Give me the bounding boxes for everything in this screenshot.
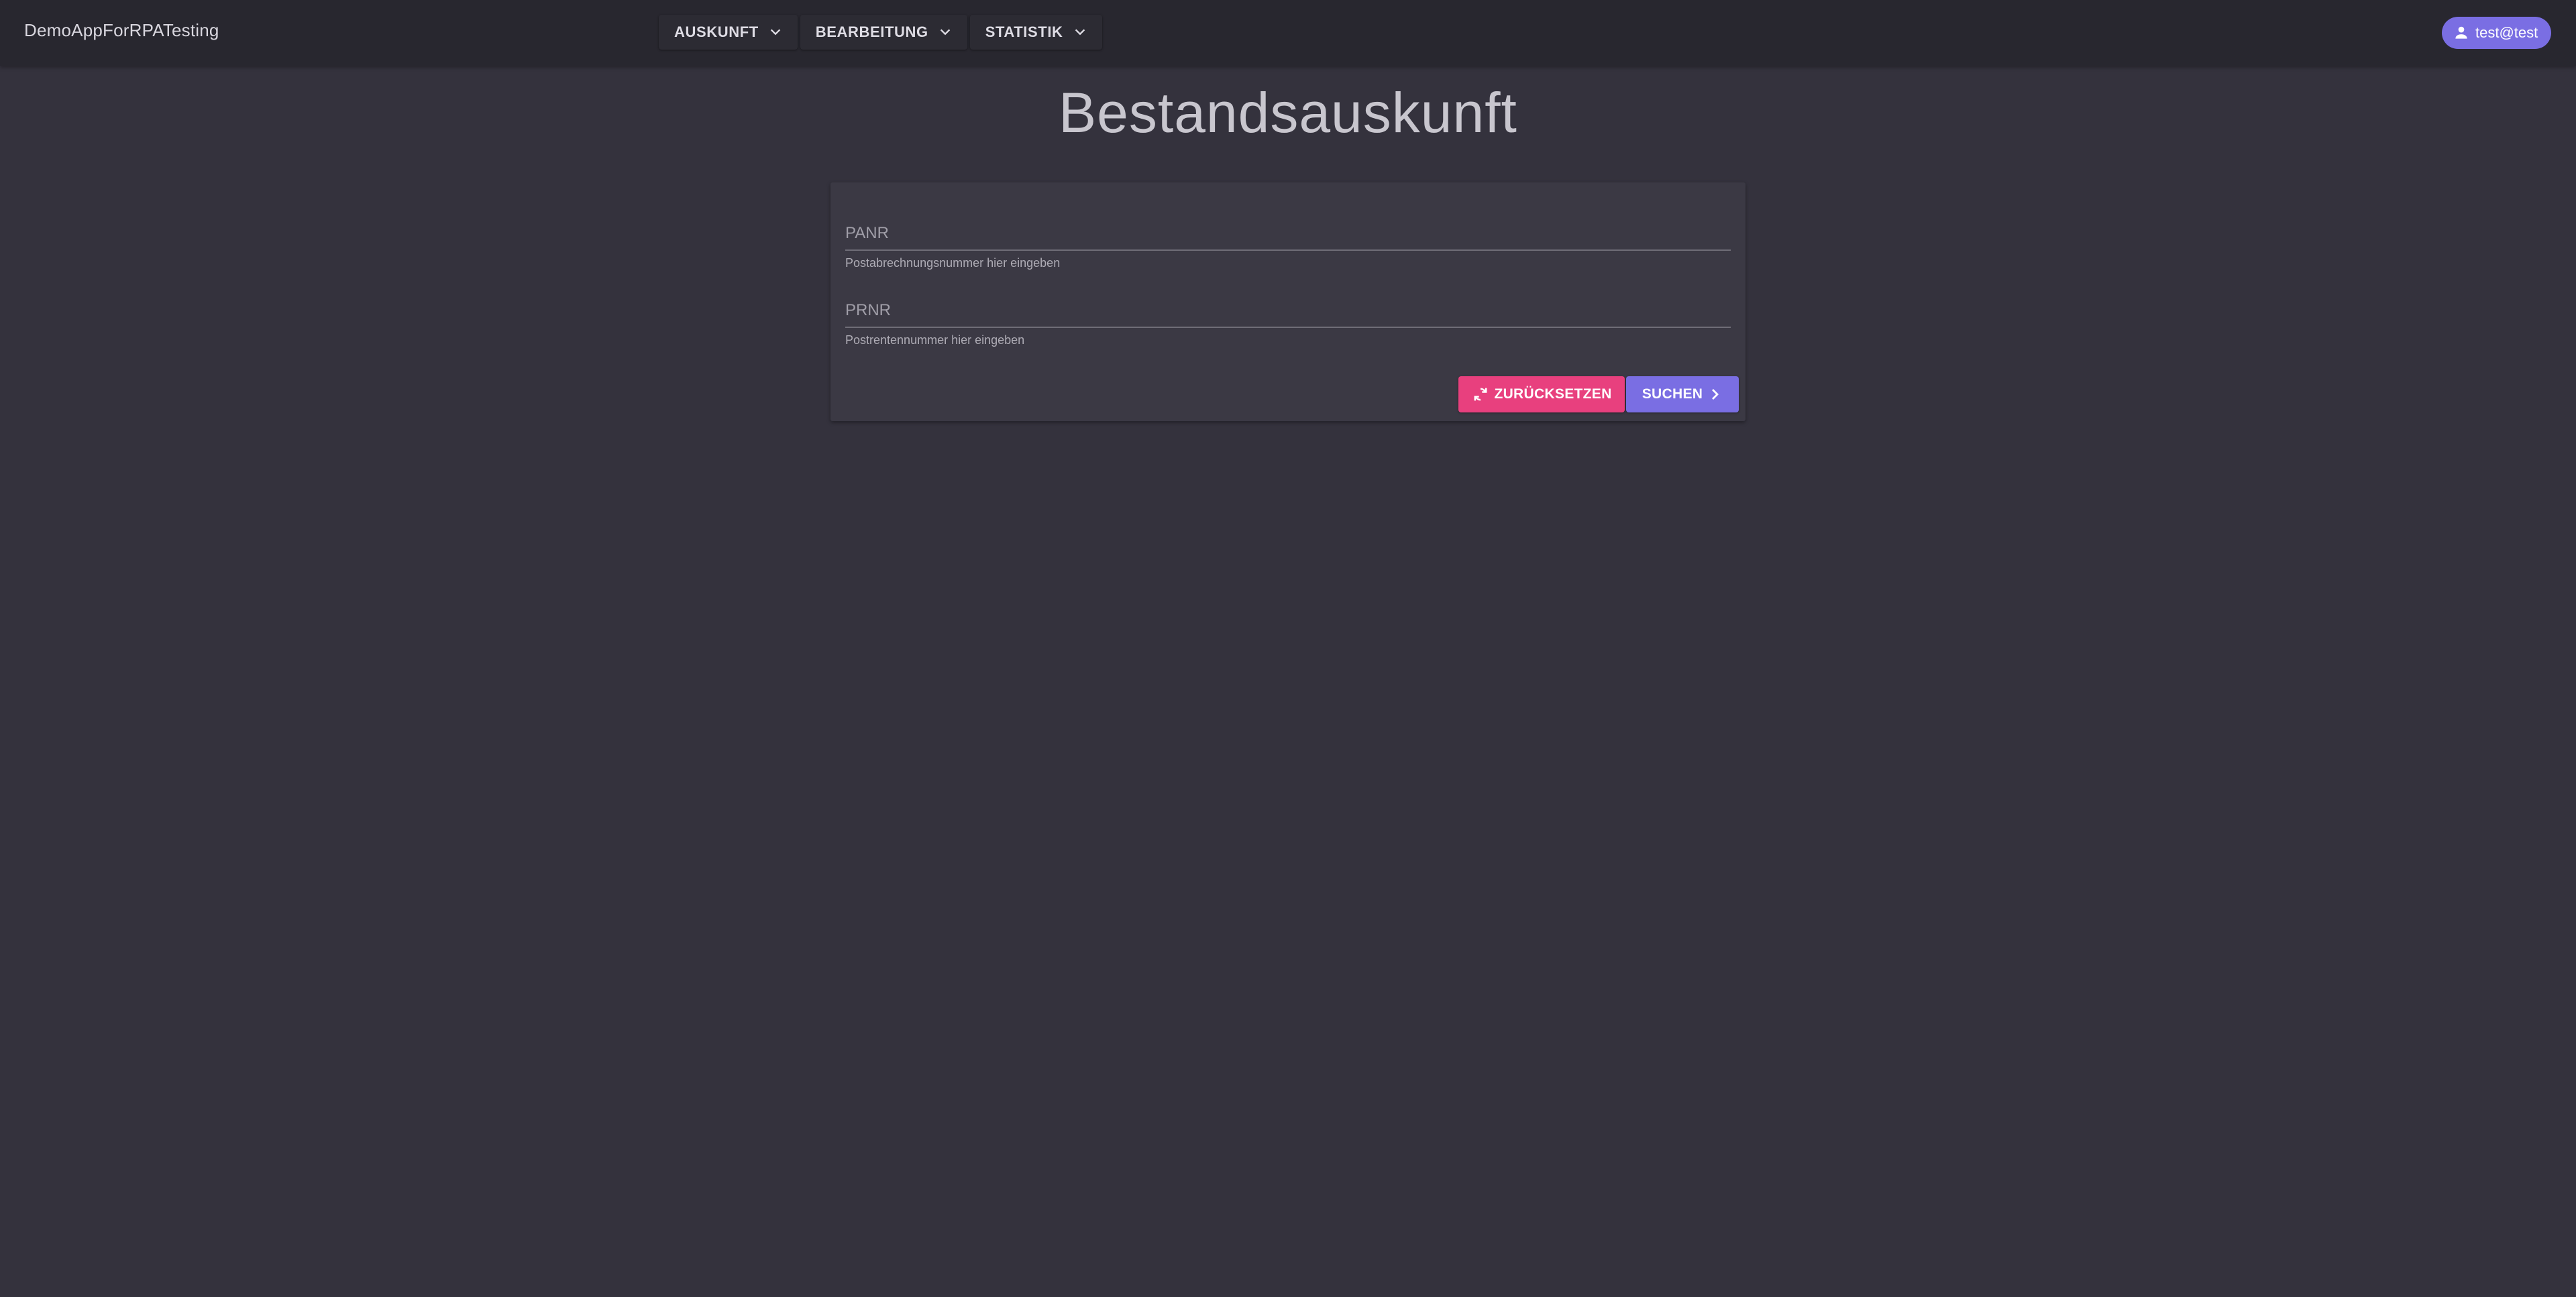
nav-menu-statistik[interactable]: STATISTIK — [969, 15, 1102, 50]
app-title: DemoAppForRPATesting — [24, 20, 219, 40]
prnr-input[interactable] — [845, 297, 1731, 328]
panr-field: Postabrechnungsnummer hier eingeben — [845, 220, 1731, 270]
reset-button-label: ZURÜCKSETZEN — [1494, 386, 1612, 402]
person-icon — [2455, 26, 2467, 39]
panr-input[interactable] — [845, 220, 1731, 251]
refresh-icon — [1474, 388, 1487, 401]
nav-menu-label: AUSKUNFT — [674, 23, 759, 40]
chevron-down-icon — [940, 29, 950, 36]
main-nav: AUSKUNFT BEARBEITUNG STATISTIK — [659, 15, 1102, 50]
search-form-card: Postabrechnungsnummer hier eingeben Post… — [830, 182, 1746, 421]
chevron-down-icon — [770, 29, 781, 36]
nav-menu-label: STATISTIK — [985, 23, 1063, 40]
reset-button[interactable]: ZURÜCKSETZEN — [1458, 376, 1625, 412]
search-button-label: SUCHEN — [1642, 386, 1703, 402]
panr-hint: Postabrechnungsnummer hier eingeben — [845, 256, 1061, 270]
nav-menu-bearbeitung[interactable]: BEARBEITUNG — [800, 15, 967, 50]
prnr-field: Postrentennummer hier eingeben — [845, 297, 1731, 347]
top-app-bar: DemoAppForRPATesting AUSKUNFT BEARBEITUN… — [0, 0, 2576, 66]
chevron-right-icon — [1712, 389, 1719, 400]
search-button[interactable]: SUCHEN — [1626, 376, 1739, 412]
user-name: test@test — [2475, 24, 2538, 41]
chevron-down-icon — [1075, 29, 1085, 36]
nav-menu-auskunft[interactable]: AUSKUNFT — [659, 15, 798, 50]
page-title: Bestandsauskunft — [1059, 81, 1517, 144]
prnr-hint: Postrentennummer hier eingeben — [845, 333, 1025, 347]
user-account-button[interactable]: test@test — [2442, 17, 2552, 49]
nav-menu-label: BEARBEITUNG — [815, 23, 928, 40]
